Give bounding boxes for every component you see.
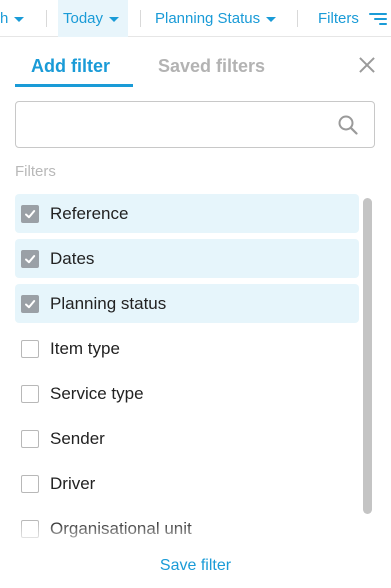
- filter-tabs: Add filter Saved filters: [15, 52, 381, 88]
- filter-option-label: Planning status: [50, 293, 167, 313]
- caret-down-icon: [266, 16, 277, 22]
- filter-option-row[interactable]: Driver: [15, 464, 359, 503]
- filter-option-label: Dates: [50, 248, 95, 268]
- search-icon[interactable]: [337, 114, 359, 136]
- close-icon[interactable]: [358, 56, 376, 74]
- filter-option-label: Service type: [50, 383, 144, 403]
- checkmark-icon: [25, 299, 36, 308]
- toolbar-divider: [297, 10, 298, 27]
- filter-search-input[interactable]: [16, 102, 326, 147]
- filter-option-label: Item type: [50, 338, 120, 358]
- filter-option-row[interactable]: Dates: [15, 239, 359, 278]
- toolbar-divider: [140, 10, 141, 27]
- filters-section-label: Filters: [15, 163, 56, 180]
- planning-status-label: Planning Status: [155, 10, 261, 27]
- caret-down-icon: [14, 16, 25, 22]
- planning-status-dropdown[interactable]: Planning Status: [155, 0, 277, 37]
- save-filter-link[interactable]: Save filter: [0, 557, 391, 575]
- tab-saved-filters[interactable]: Saved filters: [158, 56, 265, 77]
- filter-option-label: Sender: [50, 428, 105, 448]
- checkbox-checked[interactable]: [21, 294, 39, 313]
- toolbar-divider: [46, 10, 47, 27]
- top-toolbar: h Today Planning Status Filters: [0, 0, 391, 37]
- filter-option-row[interactable]: Reference: [15, 194, 359, 233]
- filter-option-label: Driver: [50, 473, 96, 493]
- filter-option-row[interactable]: Planning status: [15, 284, 359, 323]
- checkmark-icon: [25, 209, 36, 218]
- toolbar-dropdown-partial[interactable]: h: [0, 0, 25, 37]
- checkbox-unchecked[interactable]: [21, 339, 39, 358]
- today-dropdown[interactable]: Today: [58, 0, 128, 37]
- caret-down-icon: [109, 16, 120, 22]
- filters-label: Filters: [318, 10, 359, 27]
- filter-search-box: [15, 101, 375, 148]
- filter-option-row[interactable]: Sender: [15, 419, 359, 458]
- list-scrollbar[interactable]: [363, 198, 372, 514]
- checkbox-checked[interactable]: [21, 204, 39, 223]
- filter-option-row[interactable]: Item type: [15, 329, 359, 368]
- today-label: Today: [63, 10, 104, 27]
- filters-button[interactable]: Filters: [318, 0, 387, 37]
- checkbox-checked[interactable]: [21, 249, 39, 268]
- checkbox-unchecked[interactable]: [21, 429, 39, 448]
- toolbar-partial-label: h: [0, 10, 9, 27]
- filters-icon: [368, 12, 387, 26]
- list-fade-overlay: [0, 520, 391, 550]
- filter-option-row[interactable]: Service type: [15, 374, 359, 413]
- active-tab-indicator: [15, 84, 133, 87]
- tab-add-filter[interactable]: Add filter: [31, 56, 110, 77]
- checkbox-unchecked[interactable]: [21, 474, 39, 493]
- filter-option-label: Reference: [50, 203, 129, 223]
- checkmark-icon: [25, 254, 36, 263]
- filter-options-list: Reference Dates Planning status Item type Se…: [15, 194, 360, 540]
- checkbox-unchecked[interactable]: [21, 384, 39, 403]
